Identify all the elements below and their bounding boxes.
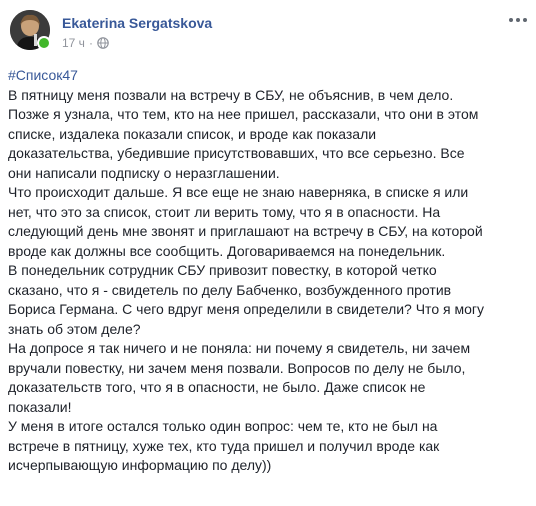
more-options-button[interactable] — [506, 12, 530, 28]
post-paragraph: У меня в итоге остался только один вопро… — [8, 418, 440, 473]
post-meta: 17 ч · — [62, 36, 109, 50]
hashtag-link[interactable]: #Список47 — [8, 66, 528, 86]
timestamp[interactable]: 17 ч — [62, 36, 85, 50]
post-paragraph: В понедельник сотрудник СБУ привозит пов… — [8, 262, 484, 337]
post-paragraph: В пятницу меня позвали на встречу в СБУ,… — [8, 86, 479, 181]
separator-dot: · — [88, 36, 93, 50]
post-body: #Список47 В пятницу меня позвали на встр… — [8, 66, 528, 476]
author-name[interactable]: Ekaterina Sergatskova — [62, 15, 212, 31]
post-paragraph: На допросе я так ничего и не поняла: ни … — [8, 340, 471, 415]
avatar-container[interactable] — [10, 10, 51, 50]
facebook-post: Ekaterina Sergatskova 17 ч · #Список47 В… — [0, 0, 536, 506]
post-paragraph: Что происходит дальше. Я все еще не знаю… — [8, 184, 483, 259]
post-header: Ekaterina Sergatskova 17 ч · — [8, 6, 536, 56]
online-status-indicator — [37, 36, 51, 50]
ellipsis-icon — [509, 18, 513, 22]
globe-icon[interactable] — [97, 37, 109, 49]
